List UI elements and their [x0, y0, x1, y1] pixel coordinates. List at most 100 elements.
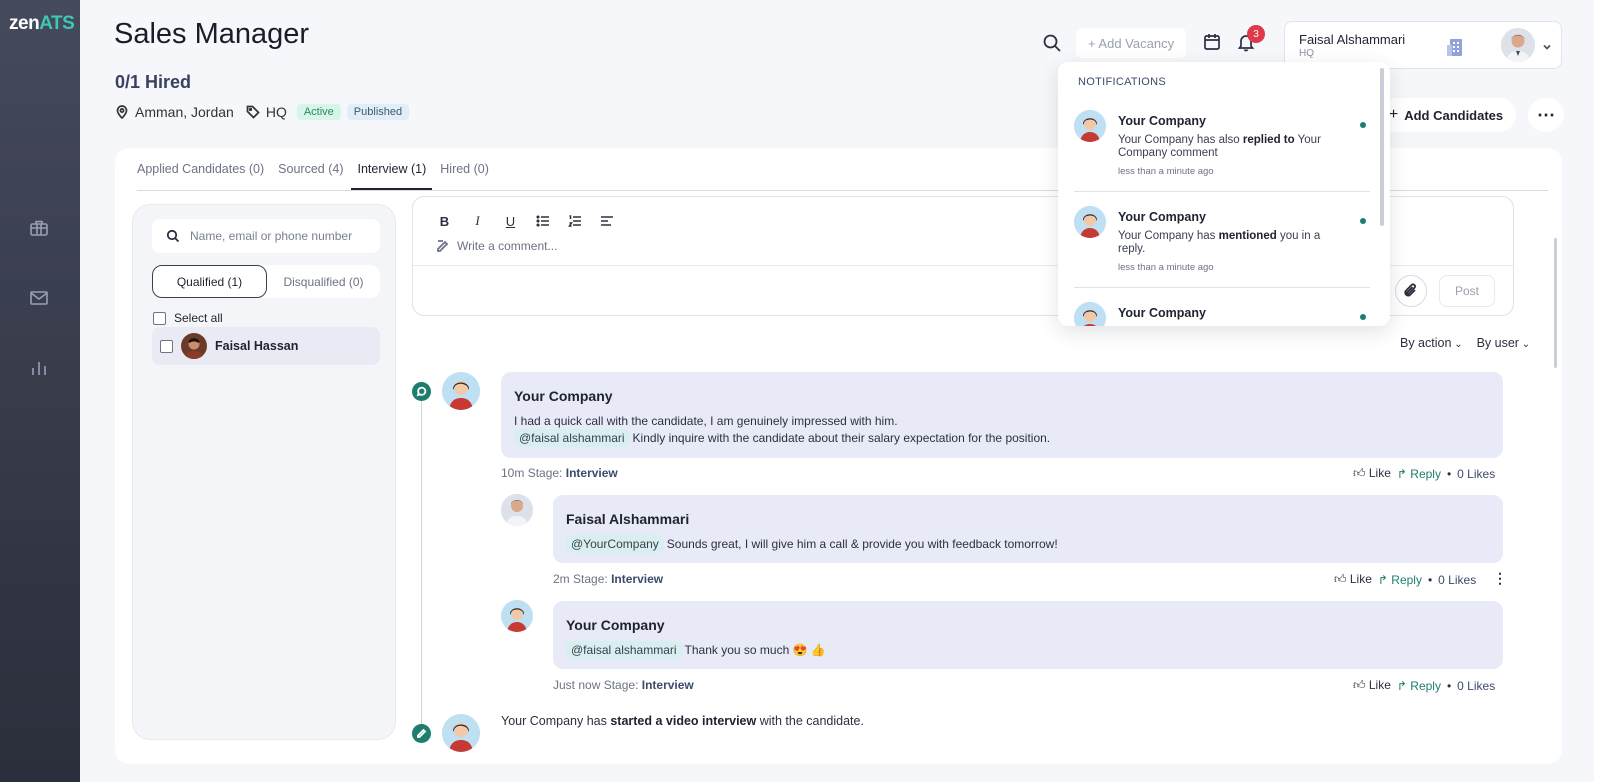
bar-chart-icon[interactable] [28, 357, 50, 379]
scrollbar[interactable] [1554, 238, 1557, 368]
tab-sourced[interactable]: Sourced (4) [278, 162, 343, 190]
bullet-list-icon[interactable] [536, 214, 550, 228]
avatar [181, 333, 207, 359]
align-left-icon[interactable] [600, 214, 614, 228]
like-button[interactable]: 👍︎ Like [1353, 466, 1391, 481]
notification-item[interactable]: Your Company [1074, 288, 1370, 326]
app-logo[interactable]: zenATS [9, 13, 75, 35]
list-item[interactable]: Faisal Hassan [152, 327, 380, 365]
mention-chip[interactable]: @YourCompany [566, 535, 664, 553]
notification-time: less than a minute ago [1118, 262, 1214, 273]
tag-icon [246, 105, 260, 119]
qualification-toggle: Qualified (1) Disqualified (0) [152, 265, 380, 298]
briefcase-icon[interactable] [28, 217, 50, 239]
select-all[interactable]: Select all [153, 311, 223, 325]
unread-dot [1360, 122, 1366, 128]
comment-icon [412, 382, 431, 401]
candidate-panel: Qualified (1) Disqualified (0) Select al… [132, 204, 396, 740]
comment-text-line2: @faisal alshammari Kindly inquire with th… [514, 429, 1050, 447]
comment-actions: 👍︎ Like ↱ Reply • 0 Likes [1353, 678, 1496, 693]
comment-meta: 10m Stage: Interview [501, 466, 618, 480]
search-icon[interactable] [1042, 33, 1064, 55]
mail-icon[interactable] [28, 287, 50, 309]
by-user-dropdown[interactable]: By user [1477, 336, 1531, 350]
reply-bubble: Faisal Alshammari @YourCompany Sounds gre… [553, 495, 1503, 563]
comment-bubble: Your Company I had a quick call with the… [501, 372, 1503, 458]
notification-title: Your Company [1118, 114, 1206, 128]
likes-count: 0 Likes [1457, 466, 1496, 481]
post-button[interactable]: Post [1439, 275, 1495, 307]
stage-tabs: Applied Candidates (0) Sourced (4) Inter… [137, 148, 489, 190]
user-org: HQ [1299, 48, 1314, 59]
disqualified-tab[interactable]: Disqualified (0) [267, 265, 380, 298]
page-scrollbar[interactable] [1594, 0, 1600, 782]
activity-text: Your Company has started a video intervi… [501, 714, 864, 728]
hired-count: 0/1 Hired [115, 72, 192, 92]
qualified-tab[interactable]: Qualified (1) [152, 265, 267, 298]
bold-button[interactable]: B [437, 214, 452, 229]
select-all-checkbox[interactable] [153, 311, 166, 325]
avatar [501, 494, 533, 526]
numbered-list-icon[interactable] [568, 214, 582, 228]
by-action-dropdown[interactable]: By action [1400, 336, 1463, 350]
candidate-search-input[interactable] [190, 229, 370, 243]
sidebar: zenATS [0, 0, 80, 782]
reply-button[interactable]: ↱ Reply [1397, 679, 1441, 693]
search-icon [166, 229, 180, 243]
comment-input[interactable]: Write a comment... [437, 239, 557, 253]
comment-actions: 👍︎ Like ↱ Reply • 0 Likes [1334, 572, 1477, 587]
avatar [1074, 206, 1106, 238]
calendar-icon[interactable] [1202, 32, 1224, 54]
mention-chip[interactable]: @faisal alshammari [566, 641, 682, 659]
avatar [1501, 28, 1535, 62]
comment-author: Faisal Alshammari [566, 511, 690, 527]
comment-text: @faisal alshammari Thank you so much 😍 👍 [566, 641, 826, 659]
tab-applied[interactable]: Applied Candidates (0) [137, 162, 264, 190]
italic-button[interactable]: I [470, 213, 485, 229]
attachment-icon[interactable] [1395, 275, 1427, 307]
avatar [442, 372, 480, 410]
candidate-search [152, 219, 380, 253]
notifications-heading: NOTIFICATIONS [1078, 76, 1167, 88]
likes-count: 0 Likes [1438, 572, 1477, 587]
candidate-name: Faisal Hassan [215, 339, 299, 353]
comment-meta: Just now Stage: Interview [553, 678, 694, 692]
reply-button[interactable]: ↱ Reply [1378, 573, 1422, 587]
notification-title: Your Company [1118, 210, 1206, 224]
like-button[interactable]: 👍︎ Like [1353, 678, 1391, 693]
kebab-menu-icon[interactable]: ⋮ [1493, 570, 1507, 587]
notification-body: Your Company has also replied to Your Co… [1118, 134, 1321, 159]
chevron-down-icon[interactable] [1542, 39, 1552, 50]
add-vacancy-button[interactable]: + Add Vacancy [1076, 28, 1186, 58]
likes-count: 0 Likes [1457, 678, 1496, 693]
mention-chip[interactable]: @faisal alshammari [514, 429, 630, 447]
notification-item[interactable]: Your Company Your Company has mentioned … [1074, 192, 1370, 288]
notification-body: Your Company has mentioned you in a repl… [1118, 230, 1321, 255]
tab-hired[interactable]: Hired (0) [440, 162, 489, 190]
timeline-line [421, 392, 422, 740]
reply-bubble: Your Company @faisal alshammari Thank you… [553, 601, 1503, 669]
like-button[interactable]: 👍︎ Like [1334, 572, 1372, 587]
avatar [1074, 302, 1106, 326]
activity-filters: By action By user [1400, 336, 1530, 350]
status-badge-published: Published [346, 104, 410, 120]
notification-time: less than a minute ago [1118, 166, 1214, 177]
comment-text: @YourCompany Sounds great, I will give hi… [566, 535, 1058, 553]
candidate-checkbox[interactable] [160, 339, 173, 353]
location-text: Amman, Jordan [135, 104, 234, 120]
format-toolbar: B I U [437, 213, 614, 229]
unread-dot [1360, 218, 1366, 224]
notification-item[interactable]: Your Company Your Company has also repli… [1074, 96, 1370, 192]
plus-icon: + [1388, 106, 1399, 123]
reply-button[interactable]: ↱ Reply [1397, 467, 1441, 481]
more-options-button[interactable]: ⋯ [1528, 98, 1564, 132]
notification-title: Your Company [1118, 306, 1206, 320]
avatar [501, 600, 533, 632]
avatar [442, 714, 480, 752]
unread-dot [1360, 314, 1366, 320]
user-name: Faisal Alshammari [1299, 32, 1406, 47]
scrollbar[interactable] [1380, 68, 1384, 226]
tab-interview[interactable]: Interview (1) [351, 162, 433, 190]
add-candidates-button[interactable]: + Add Candidates [1376, 98, 1516, 132]
underline-button[interactable]: U [503, 214, 518, 229]
